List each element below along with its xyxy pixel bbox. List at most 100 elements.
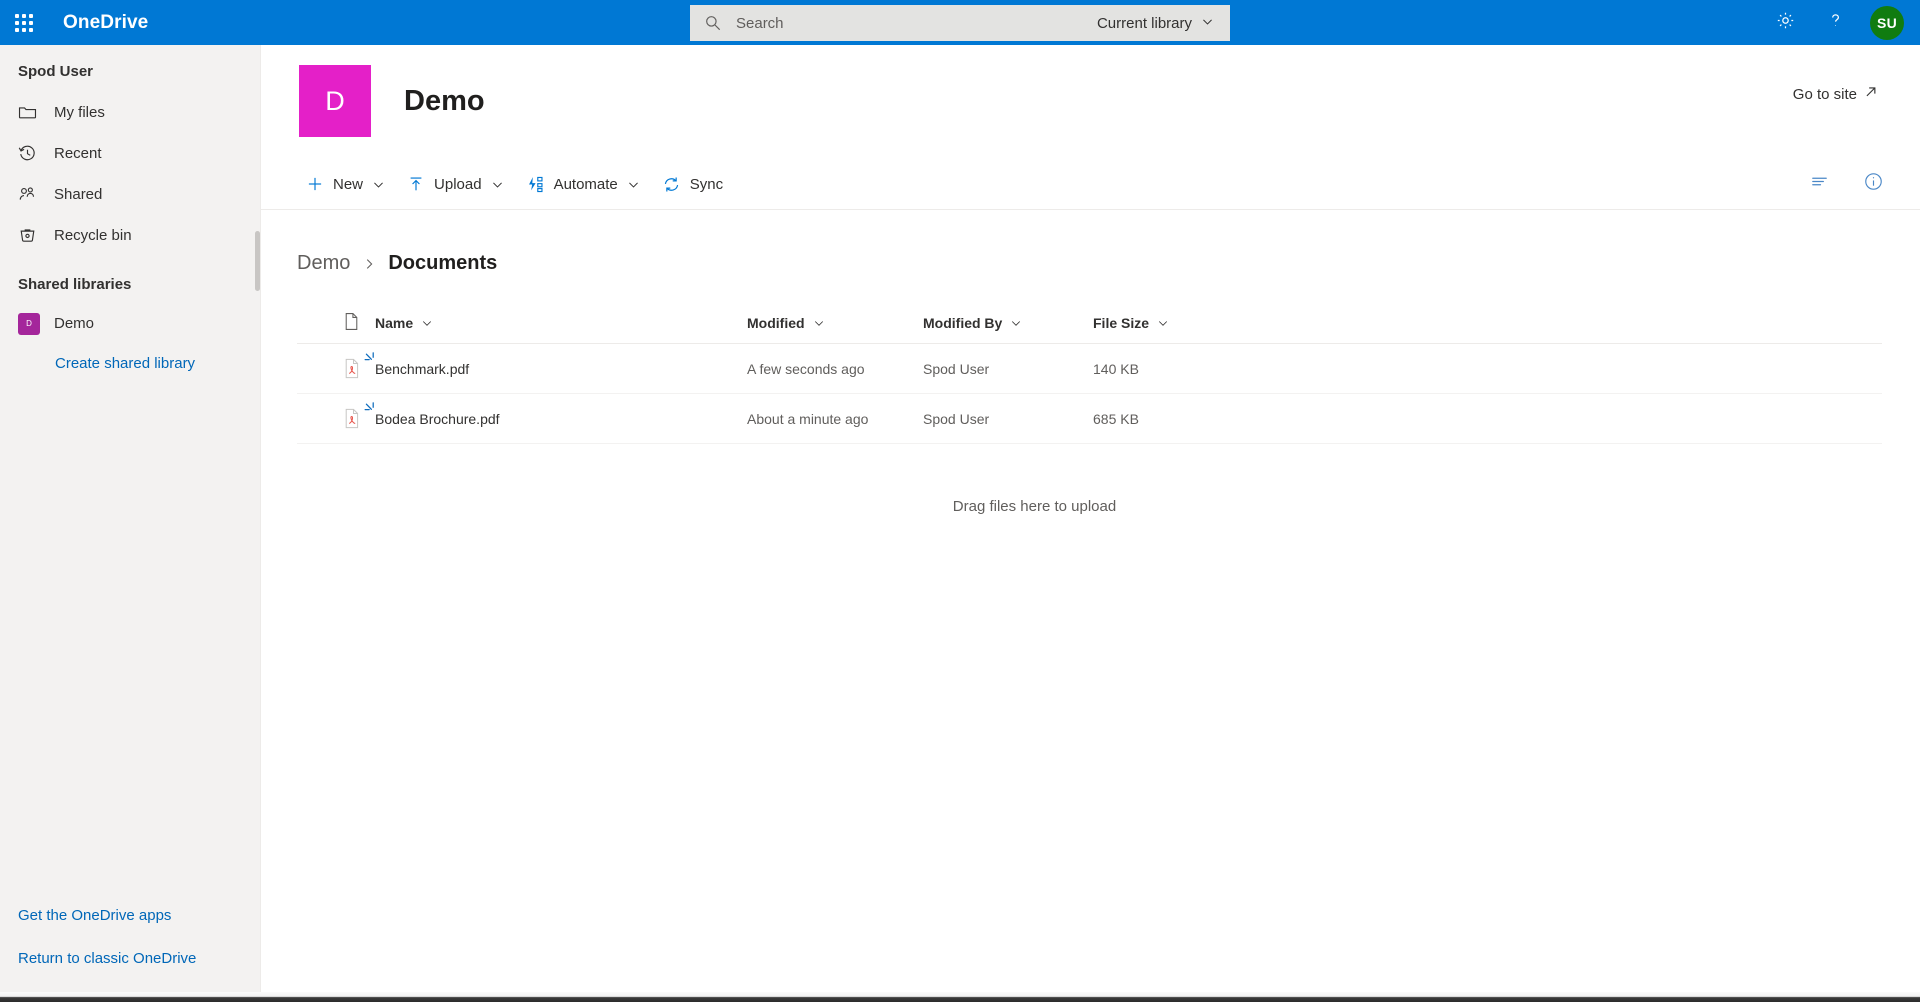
row-modified-by-cell: Spod User <box>923 361 1093 377</box>
file-type-icon <box>343 312 360 334</box>
sidebar-item-recycle-bin[interactable]: Recycle bin <box>0 215 260 256</box>
get-onedrive-apps-link[interactable]: Get the OneDrive apps <box>0 894 260 937</box>
left-navigation: Spod User My files Recent <box>0 45 261 992</box>
row-name-label: Bodea Brochure.pdf <box>375 411 500 427</box>
new-item-burst-icon <box>364 351 378 368</box>
suite-header-bar: OneDrive Current library <box>0 0 1920 45</box>
search-scope-dropdown[interactable]: Current library <box>1087 15 1230 32</box>
breadcrumb-item-demo[interactable]: Demo <box>297 252 350 275</box>
row-name-cell[interactable]: Bodea Brochure.pdf <box>375 411 747 427</box>
upload-button-label: Upload <box>434 176 482 193</box>
new-button[interactable]: New <box>295 163 396 205</box>
people-shared-icon <box>18 185 40 204</box>
app-launcher-button[interactable] <box>0 0 48 45</box>
sidebar-item-shared[interactable]: Shared <box>0 174 260 215</box>
external-link-arrow-icon <box>1864 85 1878 103</box>
nav-user-heading: Spod User <box>0 45 260 92</box>
automate-button[interactable]: Automate <box>515 163 651 205</box>
search-input[interactable] <box>736 15 1087 32</box>
automate-button-label: Automate <box>554 176 618 193</box>
chevron-down-icon <box>813 317 825 329</box>
go-to-site-label: Go to site <box>1793 86 1857 103</box>
table-row[interactable]: Bodea Brochure.pdf About a minute ago Sp… <box>297 394 1882 444</box>
app-launcher-icon <box>15 14 33 32</box>
sidebar-item-label: Shared <box>54 186 102 203</box>
file-list-header: Name Modified <box>297 302 1882 344</box>
new-button-label: New <box>333 176 363 193</box>
return-to-classic-onedrive-link[interactable]: Return to classic OneDrive <box>0 937 260 980</box>
column-header-name[interactable]: Name <box>375 315 747 331</box>
page-title: Demo <box>404 85 485 118</box>
help-button[interactable] <box>1814 0 1856 45</box>
drag-files-hint: Drag files here to upload <box>297 498 1882 515</box>
row-name-cell[interactable]: Benchmark.pdf <box>375 361 747 377</box>
column-header-modified-label: Modified <box>747 315 805 331</box>
sidebar-library-demo[interactable]: D Demo <box>0 303 260 344</box>
nav-bottom-links: Get the OneDrive apps Return to classic … <box>0 894 260 992</box>
column-header-file-size-label: File Size <box>1093 315 1149 331</box>
site-tile-icon: D <box>299 65 371 137</box>
row-modified-by-cell: Spod User <box>923 411 1093 427</box>
site-header: D Demo Go to site <box>261 45 1920 137</box>
sync-button[interactable]: Sync <box>651 163 734 205</box>
plus-icon <box>306 175 324 193</box>
sync-icon <box>662 175 681 194</box>
sidebar-item-label: My files <box>54 104 105 121</box>
list-view-icon <box>1809 171 1830 197</box>
sidebar-item-recent[interactable]: Recent <box>0 133 260 174</box>
clock-history-icon <box>18 144 40 163</box>
sidebar-item-label: Recent <box>54 145 102 162</box>
chevron-down-icon <box>1201 15 1214 32</box>
library-initial: D <box>18 313 40 335</box>
chevron-down-icon <box>1157 317 1169 329</box>
table-row[interactable]: Benchmark.pdf A few seconds ago Spod Use… <box>297 344 1882 394</box>
sidebar-item-my-files[interactable]: My files <box>0 92 260 133</box>
folder-icon <box>18 103 40 122</box>
taskbar-cutoff-strip <box>0 992 1920 1002</box>
question-mark-icon <box>1825 10 1846 36</box>
chevron-down-icon <box>372 178 385 191</box>
automate-flow-icon <box>526 175 545 194</box>
column-header-file-type[interactable] <box>297 312 375 334</box>
row-modified-cell: About a minute ago <box>747 411 923 427</box>
chevron-right-icon <box>362 257 376 271</box>
view-options-button[interactable] <box>1802 167 1836 201</box>
upload-button[interactable]: Upload <box>396 163 515 205</box>
search-box[interactable]: Current library <box>690 5 1230 41</box>
chevron-down-icon <box>627 178 640 191</box>
breadcrumb: Demo Documents <box>261 210 1920 275</box>
settings-button[interactable] <box>1764 0 1806 45</box>
sidebar-item-label: Recycle bin <box>54 227 132 244</box>
column-header-file-size[interactable]: File Size <box>1093 315 1253 331</box>
column-header-name-label: Name <box>375 315 413 331</box>
row-file-size-cell: 685 KB <box>1093 411 1253 427</box>
sidebar-scrollbar[interactable] <box>255 231 260 291</box>
search-scope-label: Current library <box>1097 15 1192 32</box>
new-item-burst-icon <box>364 401 378 418</box>
chevron-down-icon <box>421 317 433 329</box>
chevron-down-icon <box>491 178 504 191</box>
breadcrumb-current-documents: Documents <box>388 252 497 275</box>
go-to-site-link[interactable]: Go to site <box>1793 85 1878 103</box>
column-header-modified-by[interactable]: Modified By <box>923 315 1093 331</box>
brand-onedrive-link[interactable]: OneDrive <box>63 12 148 34</box>
file-list: Name Modified <box>261 302 1920 515</box>
column-header-modified-by-label: Modified By <box>923 315 1002 331</box>
upload-arrow-icon <box>407 175 425 193</box>
command-bar: New Upload <box>261 159 1920 210</box>
avatar[interactable]: SU <box>1870 6 1904 40</box>
sidebar-library-label: Demo <box>54 315 94 332</box>
column-header-modified[interactable]: Modified <box>747 315 923 331</box>
details-pane-button[interactable] <box>1856 167 1890 201</box>
create-shared-library-link[interactable]: Create shared library <box>0 344 260 383</box>
search-icon <box>690 14 736 32</box>
row-name-label: Benchmark.pdf <box>375 361 469 377</box>
recycle-bin-icon <box>18 226 40 245</box>
main-content: D Demo Go to site New <box>261 45 1920 992</box>
command-bar-right-actions <box>1802 167 1890 201</box>
suite-actions: SU <box>1764 0 1908 45</box>
chevron-down-icon <box>1010 317 1022 329</box>
info-circle-icon <box>1863 171 1884 197</box>
sync-button-label: Sync <box>690 176 723 193</box>
row-file-size-cell: 140 KB <box>1093 361 1253 377</box>
